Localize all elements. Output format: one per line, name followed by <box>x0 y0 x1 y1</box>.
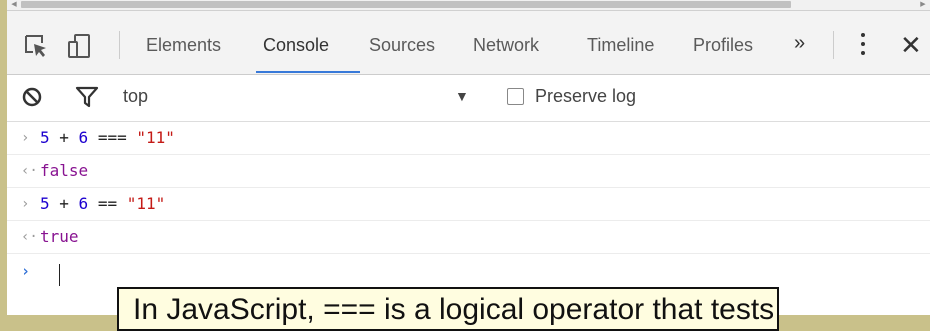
console-output-line: ‹· true <box>7 221 930 254</box>
clear-console-icon[interactable] <box>21 86 43 113</box>
scroll-right-icon[interactable]: ▶ <box>918 1 928 9</box>
toolbar-divider <box>119 31 120 59</box>
console-input-cursor[interactable] <box>59 264 60 286</box>
caption-box: In JavaScript, === is a logical operator… <box>117 287 779 331</box>
console-output-line: ‹· false <box>7 155 930 188</box>
horizontal-scrollbar[interactable]: ◀ ▶ <box>7 0 930 11</box>
tab-elements[interactable]: Elements <box>146 35 221 56</box>
console-input-line: › 5 + 6 === "11" <box>7 122 930 155</box>
chevron-down-icon[interactable]: ▼ <box>455 88 469 104</box>
filter-icon[interactable] <box>75 86 99 113</box>
output-marker-icon: ‹· <box>21 163 38 179</box>
console-prompt-icon: › <box>21 262 31 280</box>
context-selector[interactable]: top <box>123 86 148 107</box>
console-result: false <box>40 161 89 180</box>
toolbar-divider <box>833 31 834 59</box>
input-marker-icon: › <box>21 130 30 146</box>
close-icon[interactable]: ✕ <box>900 30 922 60</box>
inspect-element-icon[interactable] <box>23 33 49 59</box>
output-marker-icon: ‹· <box>21 229 38 245</box>
console-toolbar: top ▼ Preserve log <box>7 75 930 122</box>
console-expression: 5 + 6 === "11" <box>40 128 175 147</box>
more-tabs-icon[interactable]: » <box>794 32 805 55</box>
console-result: true <box>40 227 79 246</box>
tab-timeline[interactable]: Timeline <box>587 35 654 56</box>
input-marker-icon: › <box>21 196 30 212</box>
console-expression: 5 + 6 == "11" <box>40 194 166 213</box>
preserve-log-checkbox[interactable] <box>507 88 524 105</box>
tab-sources[interactable]: Sources <box>369 35 435 56</box>
devtools-window: ◀ ▶ Elements Console Sources Network Tim… <box>7 0 930 315</box>
active-tab-indicator <box>256 71 360 73</box>
tab-profiles[interactable]: Profiles <box>693 35 753 56</box>
scroll-left-icon[interactable]: ◀ <box>9 1 19 9</box>
tab-console[interactable]: Console <box>263 35 329 56</box>
customize-menu-icon[interactable] <box>859 33 867 61</box>
devtools-tabbar: Elements Console Sources Network Timelin… <box>7 11 930 75</box>
console-input-line: › 5 + 6 == "11" <box>7 188 930 221</box>
tab-network[interactable]: Network <box>473 35 539 56</box>
device-mode-icon[interactable] <box>67 33 93 59</box>
scrollbar-thumb[interactable] <box>21 1 791 8</box>
preserve-log-label[interactable]: Preserve log <box>535 86 636 107</box>
